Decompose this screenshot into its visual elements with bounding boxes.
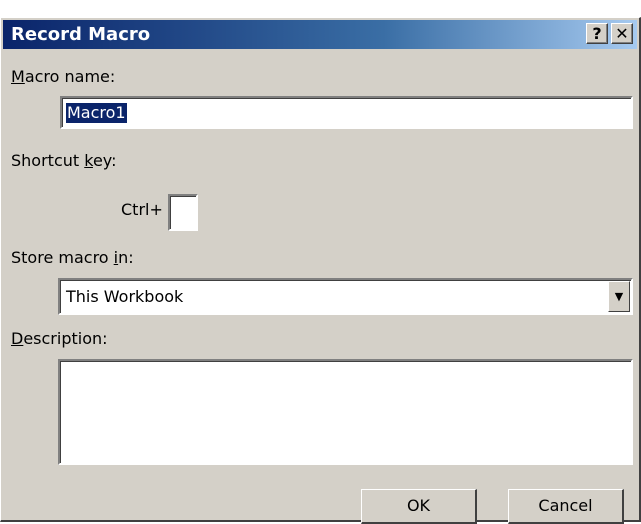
shortcut-key-label: Shortcut key: (11, 151, 117, 170)
macro-name-input[interactable]: Macro1 (60, 96, 633, 129)
close-button[interactable]: ✕ (611, 23, 633, 44)
store-macro-in-label: Store macro in: (11, 248, 134, 267)
store-macro-in-value: This Workbook (66, 287, 184, 306)
title-bar[interactable]: Record Macro ? ✕ (3, 20, 637, 49)
macro-name-label: Macro name: (11, 67, 116, 86)
help-button[interactable]: ? (586, 23, 608, 44)
description-textarea[interactable] (58, 359, 633, 465)
chevron-down-icon: ▼ (614, 290, 624, 303)
record-macro-dialog: Record Macro ? ✕ Macro name: Macro1 Shor… (0, 17, 641, 524)
cancel-button[interactable]: Cancel (508, 489, 624, 524)
description-label: Description: (11, 329, 108, 348)
shortcut-key-input[interactable] (168, 194, 198, 231)
macro-name-value[interactable]: Macro1 (66, 103, 127, 123)
ctrl-prefix-label: Ctrl+ (121, 200, 163, 219)
dialog-title: Record Macro (11, 24, 151, 45)
store-macro-in-select[interactable]: This Workbook ▼ (58, 278, 633, 315)
close-icon: ✕ (615, 24, 629, 43)
ok-button[interactable]: OK (361, 489, 477, 524)
dropdown-arrow-button[interactable]: ▼ (608, 281, 630, 312)
